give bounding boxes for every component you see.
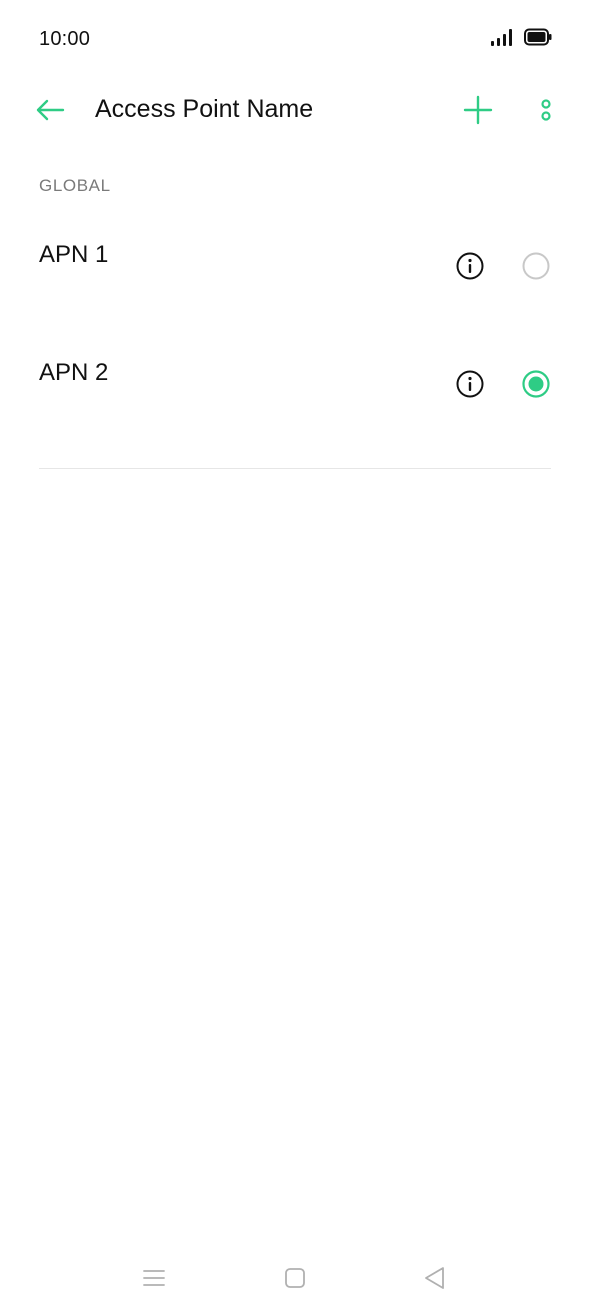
radio-selected-icon: [522, 369, 550, 403]
recent-apps-button[interactable]: [134, 1262, 174, 1298]
more-options-button[interactable]: [524, 90, 568, 134]
section-header-global: GLOBAL: [39, 176, 111, 195]
apn-label: APN 2: [39, 359, 109, 386]
apn-radio-button[interactable]: [516, 248, 556, 288]
home-icon: [284, 1267, 306, 1294]
signal-icon: [490, 27, 514, 52]
apn-row-1[interactable]: APN 1: [0, 208, 590, 326]
more-vertical-icon: [539, 96, 553, 129]
add-apn-button[interactable]: [456, 90, 500, 134]
radio-unselected-icon: [522, 252, 550, 285]
info-icon: [456, 370, 484, 403]
navigation-bar: [0, 1248, 590, 1312]
info-icon: [456, 252, 484, 285]
apn-label: APN 1: [39, 241, 109, 268]
apn-radio-button[interactable]: [516, 366, 556, 406]
apn-row-2[interactable]: APN 2: [0, 326, 590, 444]
menu-icon: [143, 1268, 165, 1293]
back-triangle-icon: [423, 1266, 445, 1295]
status-icons: [490, 28, 552, 50]
battery-icon: [524, 28, 552, 51]
page-title: Access Point Name: [95, 95, 314, 123]
home-button[interactable]: [275, 1262, 315, 1298]
toolbar: Access Point Name: [0, 80, 590, 144]
apn-info-button[interactable]: [450, 366, 490, 406]
list-divider: [39, 468, 551, 469]
plus-icon: [463, 95, 493, 130]
back-button[interactable]: [28, 92, 72, 132]
nav-back-button[interactable]: [414, 1262, 454, 1298]
status-bar: 10:00: [0, 0, 590, 78]
status-time: 10:00: [39, 28, 91, 50]
arrow-left-icon: [35, 98, 65, 127]
apn-info-button[interactable]: [450, 248, 490, 288]
